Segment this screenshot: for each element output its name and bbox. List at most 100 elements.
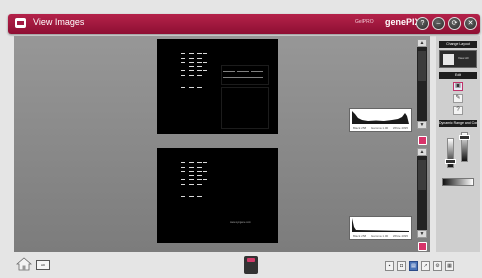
help-icon[interactable]: ? xyxy=(416,17,429,30)
gamma-label: Gamma 1.00 xyxy=(370,126,389,130)
image-icon[interactable]: ▦ xyxy=(445,261,454,271)
save-icon[interactable]: ▪ xyxy=(385,261,394,271)
gel-band xyxy=(197,171,202,172)
histogram-panel-1[interactable]: Black 258 Gamma 1.00 White 4095 xyxy=(349,108,412,132)
scroll-down-icon[interactable]: ▼ xyxy=(417,230,427,238)
minimize-icon[interactable]: – xyxy=(432,17,445,30)
black-level-slider[interactable] xyxy=(445,138,456,168)
gel-band xyxy=(197,53,202,54)
gel-band xyxy=(203,62,207,63)
gel-band xyxy=(197,66,202,67)
scroll-thumb[interactable] xyxy=(418,51,426,81)
monitor-icon[interactable]: HD xyxy=(36,260,50,270)
gel-band xyxy=(197,70,202,71)
slider-handle[interactable] xyxy=(459,135,470,140)
gel-band xyxy=(197,175,202,176)
gel-band xyxy=(197,167,202,168)
gel-band xyxy=(189,167,194,168)
gel-band xyxy=(203,70,207,71)
gel-band xyxy=(181,171,185,172)
bottom-bar: HD ▪ ◘ ▤ ↗ ⚙ ▦ xyxy=(0,254,482,278)
gel-band xyxy=(181,196,185,197)
gel-band xyxy=(189,75,194,76)
grayscale-ramp xyxy=(442,178,474,186)
layout-option[interactable]: View All xyxy=(439,50,477,68)
scroll-up-icon[interactable]: ▲ xyxy=(417,39,427,47)
gel-band xyxy=(203,171,207,172)
settings-icon[interactable]: ⚙ xyxy=(433,261,442,271)
title-bar: View Images GelPRO genePIX ? – ⟳ ✕ xyxy=(8,14,480,34)
gel-band xyxy=(203,179,207,180)
gel-band xyxy=(181,162,185,163)
gel-band xyxy=(197,196,202,197)
gel-band xyxy=(189,53,194,54)
scroll-up-icon[interactable]: ▲ xyxy=(417,148,427,156)
gel-band xyxy=(223,77,263,78)
gel-band xyxy=(189,62,194,63)
help-icon[interactable]: ? xyxy=(453,106,463,115)
slider-handle[interactable] xyxy=(445,159,456,164)
action-button-2[interactable] xyxy=(418,242,427,251)
gel-band xyxy=(197,87,202,88)
gel-image-1[interactable] xyxy=(157,39,278,134)
white-point-label: White 4095 xyxy=(392,234,408,238)
scrollbar-2[interactable]: ▲ ▼ xyxy=(417,148,427,238)
histogram-panel-2[interactable]: Black 258 Gamma 1.00 White 4095 xyxy=(349,216,412,240)
window-title: View Images xyxy=(33,17,85,27)
export-icon[interactable]: ↗ xyxy=(421,261,430,271)
image-region xyxy=(221,87,269,129)
refresh-icon[interactable]: ⟳ xyxy=(448,17,461,30)
gel-band xyxy=(189,179,194,180)
gel-band xyxy=(197,162,202,163)
scroll-thumb[interactable] xyxy=(418,160,426,190)
gel-band xyxy=(189,162,194,163)
histogram-plot xyxy=(352,111,409,124)
gel-band xyxy=(223,71,235,72)
gel-band xyxy=(197,62,202,63)
gel-band xyxy=(181,53,185,54)
gel-band xyxy=(181,179,185,180)
histogram-labels: Black 258 Gamma 1.00 White 4095 xyxy=(353,234,408,238)
gel-icon[interactable] xyxy=(244,256,258,274)
scroll-down-icon[interactable]: ▼ xyxy=(417,121,427,129)
change-layout-header[interactable]: Change Layout xyxy=(439,41,477,48)
image-region xyxy=(221,65,269,85)
gel-band xyxy=(189,184,194,185)
tools-tray: ▪ ◘ ▤ ↗ ⚙ ▦ xyxy=(385,258,480,274)
layout-option-label: View All xyxy=(458,56,469,60)
gel-band xyxy=(181,58,185,59)
gel-band xyxy=(197,179,202,180)
app-window: View Images GelPRO genePIX ? – ⟳ ✕ www.s… xyxy=(0,0,482,278)
camera-icon[interactable]: ◘ xyxy=(397,261,406,271)
select-icon[interactable]: ▣ xyxy=(453,82,463,91)
gel-band xyxy=(237,71,249,72)
histogram-plot xyxy=(352,218,409,232)
gel-band xyxy=(251,71,263,72)
dynamic-range-header: Dynamic Range and Contrast xyxy=(439,120,477,127)
image-watermark: www.syngene.com xyxy=(230,221,251,224)
print-icon[interactable]: ▤ xyxy=(409,261,418,271)
app-icon xyxy=(15,18,26,28)
scrollbar-1[interactable]: ▲ ▼ xyxy=(417,39,427,129)
gel-band xyxy=(197,58,202,59)
white-level-slider[interactable] xyxy=(459,132,470,162)
gel-band xyxy=(189,175,194,176)
black-point-label: Black 258 xyxy=(353,234,367,238)
gel-band xyxy=(203,53,207,54)
gel-band xyxy=(181,167,185,168)
gel-band xyxy=(189,58,194,59)
gel-band xyxy=(189,66,194,67)
home-icon[interactable] xyxy=(16,256,32,272)
brush-icon[interactable]: ✎ xyxy=(453,94,463,103)
action-button-1[interactable] xyxy=(418,136,427,145)
gel-image-2[interactable]: www.syngene.com xyxy=(157,148,278,243)
gel-band xyxy=(189,87,194,88)
black-point-label: Black 258 xyxy=(353,126,367,130)
gamma-label: Gamma 1.00 xyxy=(370,234,389,238)
gel-band xyxy=(197,184,202,185)
layout-thumbnail xyxy=(443,54,454,65)
close-icon[interactable]: ✕ xyxy=(464,17,477,30)
right-tool-panel: Change Layout View All Edit ▣ ✎ ? Dynami… xyxy=(436,36,480,252)
image-workspace: www.syngene.com Black 258 Gamma 1.00 Whi… xyxy=(14,36,430,252)
brand-small-label: GelPRO xyxy=(355,19,374,25)
